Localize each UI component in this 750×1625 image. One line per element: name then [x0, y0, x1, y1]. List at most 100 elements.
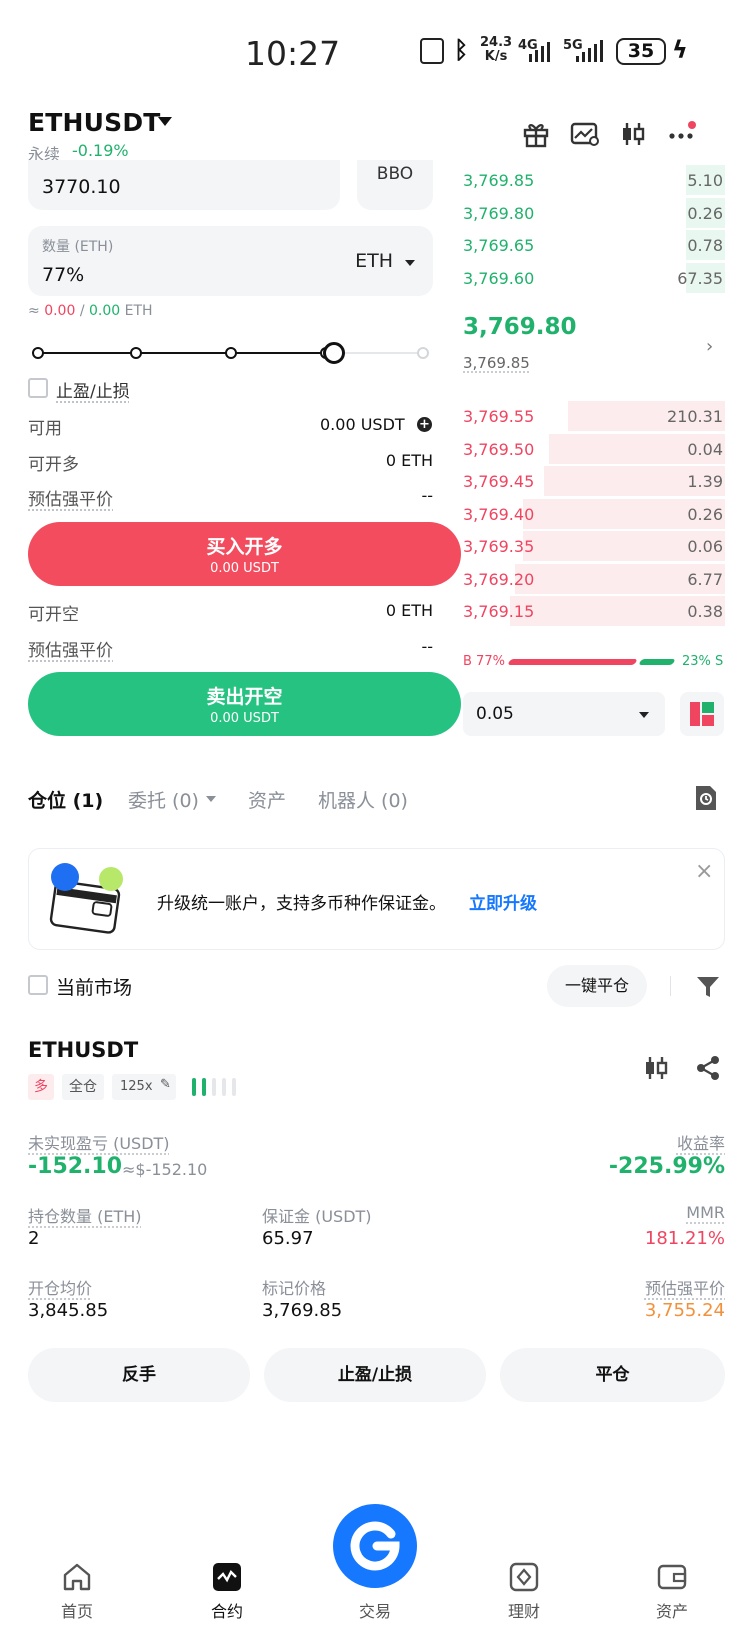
sell-short-button[interactable]: 卖出开空 0.00 USDT [28, 672, 461, 736]
buy-long-label: 买入开多 [206, 536, 283, 558]
bid-price: 3,769.65 [463, 236, 535, 255]
available-value: 0.00 USDT [320, 415, 405, 434]
tpsl-button[interactable]: 止盈/止损 [264, 1348, 486, 1402]
slider-stop-0[interactable] [32, 347, 44, 359]
approx-cost: ≈ 0.00 / 0.00 ETH [28, 303, 153, 319]
bid-price: 3,769.60 [463, 268, 535, 288]
quantity-value: 77% [42, 264, 85, 286]
nav-earn[interactable]: 理财 [484, 1598, 564, 1622]
bluetooth-icon: ᛒ [454, 36, 469, 64]
chart-settings-icon[interactable] [570, 120, 599, 148]
ask-price: 3,769.20 [463, 569, 535, 589]
filter-icon[interactable] [696, 975, 720, 999]
current-market-checkbox[interactable] [28, 975, 48, 995]
tab-orders[interactable]: 委托 (0) [128, 786, 199, 813]
bid-row[interactable]: 3,769.60 67.35 [463, 262, 725, 293]
mark-price: 3,769.85 [463, 354, 530, 372]
liq-price-value-2: -- [421, 637, 433, 656]
approx-prefix: ≈ [28, 303, 40, 319]
bid-row[interactable]: 3,769.80 0.26 [463, 197, 725, 228]
bid-qty: 0.26 [687, 203, 723, 223]
bbo-button[interactable]: BBO [357, 160, 433, 210]
ask-qty: 0.04 [687, 439, 723, 459]
mark-price-label: 标记价格 [262, 1279, 327, 1298]
bid-price: 3,769.80 [463, 203, 535, 223]
roe-label: 收益率 [676, 1134, 725, 1153]
chevron-right-icon[interactable]: › [706, 336, 713, 357]
quantity-unit-selector[interactable]: ETH [355, 250, 393, 272]
slider-stop-100[interactable] [417, 347, 429, 359]
caret-down-icon[interactable] [405, 260, 415, 266]
charging-icon: ϟ [672, 36, 688, 64]
wallet-illustration-icon [47, 861, 129, 941]
price-input[interactable]: 3770.10 [28, 160, 340, 210]
trade-icon[interactable] [333, 1504, 417, 1588]
banner-upgrade-link[interactable]: 立即升级 [469, 889, 537, 914]
candlestick-icon[interactable] [619, 120, 647, 148]
slider-stop-25[interactable] [130, 347, 142, 359]
max-short-value: 0 ETH [385, 601, 433, 620]
slider-thumb[interactable] [323, 342, 346, 364]
nav-trade[interactable]: 交易 [335, 1598, 415, 1622]
reverse-button[interactable]: 反手 [28, 1348, 250, 1402]
caret-down-icon[interactable] [158, 117, 172, 126]
close-icon[interactable]: × [695, 859, 713, 884]
buy-long-button[interactable]: 买入开多 0.00 USDT [28, 522, 461, 586]
max-long-label: 可开多 [28, 455, 79, 475]
bid-price: 3,769.85 [463, 171, 535, 190]
nav-futures[interactable]: 合约 [187, 1598, 267, 1622]
ask-row[interactable]: 3,769.15 0.38 [463, 596, 725, 626]
ask-row[interactable]: 3,769.40 0.26 [463, 498, 725, 529]
home-icon[interactable] [62, 1562, 92, 1592]
ask-row[interactable]: 3,769.55 210.31 [463, 401, 725, 431]
caret-down-icon[interactable] [206, 796, 216, 802]
quantity-input[interactable]: 数量 (ETH) 77% ETH [28, 226, 433, 296]
nav-home[interactable]: 首页 [37, 1598, 117, 1622]
tpsl-label[interactable]: 止盈/止损 [56, 377, 130, 402]
price-change: -0.19% [72, 141, 129, 160]
ask-row[interactable]: 3,769.50 0.04 [463, 433, 725, 464]
history-icon[interactable] [694, 784, 718, 812]
tab-bots[interactable]: 机器人 (0) [318, 786, 408, 813]
pair-selector[interactable]: ETHUSDT [28, 108, 161, 137]
ask-qty: 0.06 [687, 537, 723, 556]
upgrade-banner[interactable]: 升级统一账户，支持多币种作保证金。 立即升级 × [28, 848, 725, 950]
liq-price-value: -- [421, 486, 433, 505]
earn-icon[interactable] [509, 1562, 539, 1592]
nav-assets[interactable]: 资产 [632, 1598, 712, 1622]
gift-icon[interactable] [522, 120, 550, 148]
ask-price: 3,769.15 [463, 602, 535, 621]
more-icon[interactable] [668, 120, 696, 148]
ask-qty: 6.77 [687, 569, 723, 589]
ask-row[interactable]: 3,769.45 1.39 [463, 466, 725, 496]
available-label: 可用 [28, 419, 62, 439]
ratio-buy-bar [507, 659, 638, 665]
ratio-sell-bar [638, 659, 676, 665]
entry-price-label: 开仓均价 [28, 1279, 93, 1298]
slider-stop-50[interactable] [225, 347, 237, 359]
transfer-plus-icon[interactable]: + [417, 417, 432, 432]
close-all-button[interactable]: 一键平仓 [547, 965, 647, 1007]
precision-select[interactable]: 0.05 [463, 692, 665, 736]
tpsl-checkbox[interactable] [28, 378, 48, 398]
liq-price-value-pos: 3,755.24 [644, 1300, 725, 1321]
share-icon[interactable] [694, 1054, 722, 1082]
approx-sep: / [79, 303, 85, 319]
orderbook-layout-button[interactable] [680, 692, 724, 736]
bid-row[interactable]: 3,769.65 0.78 [463, 230, 725, 260]
available-unit: USDT [360, 415, 405, 434]
wallet-icon[interactable] [657, 1562, 687, 1592]
tab-assets[interactable]: 资产 [248, 786, 286, 813]
candlestick-icon[interactable] [642, 1054, 670, 1082]
leverage-badge[interactable]: 125x ✎ [112, 1074, 176, 1100]
edit-icon[interactable]: ✎ [160, 1077, 171, 1092]
ask-row[interactable]: 3,769.35 0.06 [463, 531, 725, 561]
tab-positions[interactable]: 仓位 (1) [28, 786, 103, 813]
close-position-button[interactable]: 平仓 [500, 1348, 725, 1402]
mark-price-value: 3,769.85 [262, 1300, 343, 1321]
bid-row[interactable]: 3,769.85 5.10 [463, 165, 725, 195]
futures-icon[interactable] [212, 1562, 242, 1592]
ask-row[interactable]: 3,769.20 6.77 [463, 563, 725, 594]
ask-qty: 1.39 [687, 472, 723, 491]
leverage-value: 125x [120, 1079, 153, 1094]
